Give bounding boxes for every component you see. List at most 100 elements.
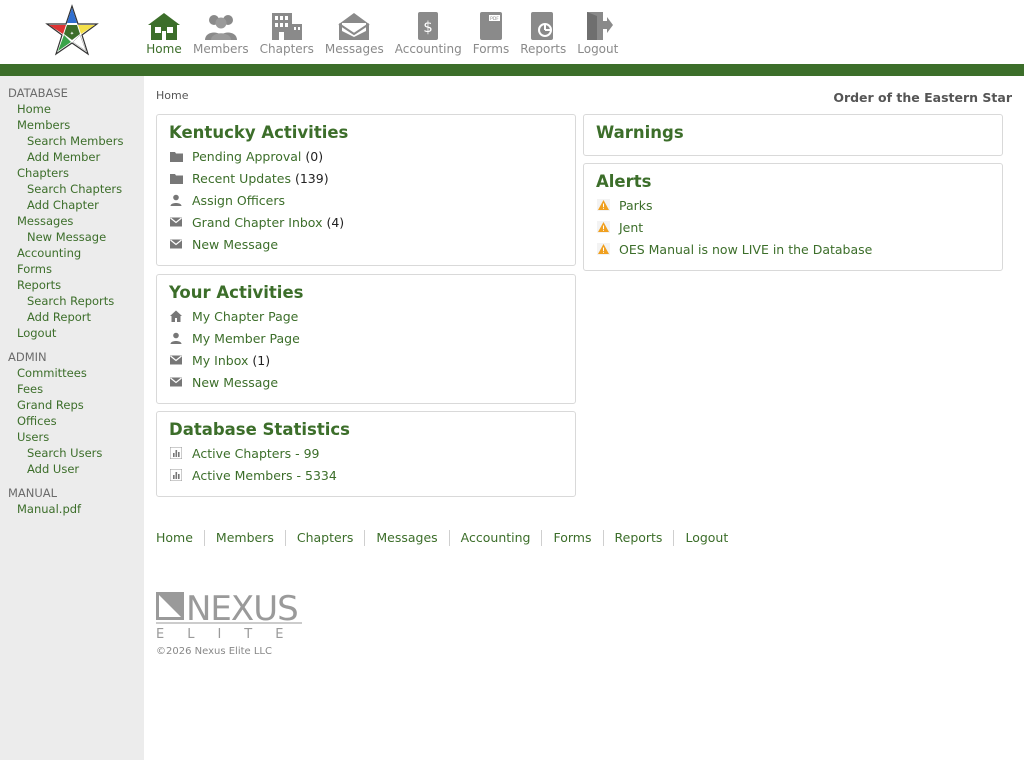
home-icon [170,310,182,322]
active-members-link[interactable]: Active Members - 5334 [192,468,337,483]
list-item: New Message [157,233,575,255]
footer-link-chapters[interactable]: Chapters [284,530,365,546]
sidebar-item-users[interactable]: Users [0,429,144,445]
panel-title: Kentucky Activities [169,123,349,142]
nav-chapters[interactable]: Chapters [260,9,314,56]
database-statistics-panel: Database Statistics Active Chapters - 99… [156,411,576,497]
count-badge: (0) [305,148,324,164]
svg-text:✦: ✦ [70,31,74,37]
sidebar-item-fees[interactable]: Fees [0,381,144,397]
new-message-link[interactable]: New Message [192,237,278,252]
sidebar-item-reports[interactable]: Reports [0,277,144,293]
footer-link-forms[interactable]: Forms [541,530,602,546]
alert-jent-link[interactable]: Jent [619,220,643,235]
bar-chart-icon [170,447,182,459]
folder-icon [170,173,183,184]
header-divider-bar [0,64,1024,76]
envelope-icon [170,217,182,227]
sidebar-item-new-message[interactable]: New Message [0,229,144,245]
footer-nav: Home Members Chapters Messages Accountin… [156,530,739,546]
nav-home[interactable]: Home [146,9,182,56]
warning-icon [597,199,610,211]
sidebar-item-home[interactable]: Home [0,101,144,117]
sidebar-item-forms[interactable]: Forms [0,261,144,277]
list-item: Parks [584,194,1002,216]
panel-title: Warnings [596,123,684,142]
sidebar-section-database: DATABASE Home Members Search Members Add… [0,85,144,341]
assign-officers-link[interactable]: Assign Officers [192,193,285,208]
list-item: Recent Updates (139) [157,167,575,189]
new-message-link[interactable]: New Message [192,375,278,390]
nav-label: Reports [520,42,567,56]
eastern-star-logo[interactable]: ✦ [44,4,100,60]
my-inbox-link[interactable]: My Inbox [192,353,248,368]
nav-members[interactable]: Members [193,9,249,56]
sidebar-item-add-report[interactable]: Add Report [0,309,144,325]
nav-logout[interactable]: Logout [577,9,618,56]
top-header: ✦ Home Members Chapters Messages $ Accou… [0,0,1024,64]
list-item: New Message [157,371,575,393]
alert-oes-manual-link[interactable]: OES Manual is now LIVE in the Database [619,242,872,257]
envelope-icon [170,355,182,365]
footer-link-home[interactable]: Home [156,530,204,546]
sidebar: DATABASE Home Members Search Members Add… [0,76,144,760]
nexus-elite-logo[interactable]: NEXUS ELITE [156,590,306,646]
sidebar-section-admin: ADMIN Committees Fees Grand Reps Offices… [0,349,144,477]
list-item: My Inbox (1) [157,349,575,371]
nav-label: Logout [577,42,619,56]
list-item: Active Members - 5334 [157,464,575,486]
sidebar-item-add-member[interactable]: Add Member [0,149,144,165]
nav-label: Chapters [259,42,314,56]
count-badge: (4) [326,214,345,230]
my-member-page-link[interactable]: My Member Page [192,331,300,346]
sidebar-item-logout[interactable]: Logout [0,325,144,341]
sidebar-item-committees[interactable]: Committees [0,365,144,381]
sidebar-item-search-reports[interactable]: Search Reports [0,293,144,309]
sidebar-item-grand-reps[interactable]: Grand Reps [0,397,144,413]
warning-icon [597,221,610,233]
nav-label: Home [146,42,182,56]
sidebar-item-add-user[interactable]: Add User [0,461,144,477]
sidebar-item-search-chapters[interactable]: Search Chapters [0,181,144,197]
panel-title: Your Activities [169,283,304,302]
nav-messages[interactable]: Messages [325,9,384,56]
nav-reports[interactable]: Reports [520,9,566,56]
recent-updates-link[interactable]: Recent Updates [192,171,291,186]
my-chapter-page-link[interactable]: My Chapter Page [192,309,298,324]
page-title: Order of the Eastern Star [833,90,1012,105]
sidebar-item-messages[interactable]: Messages [0,213,144,229]
warning-icon [597,243,610,255]
sidebar-item-accounting[interactable]: Accounting [0,245,144,261]
active-chapters-link[interactable]: Active Chapters - 99 [192,446,320,461]
members-icon [204,15,237,40]
home-icon [148,13,180,40]
sidebar-item-search-members[interactable]: Search Members [0,133,144,149]
sidebar-item-members[interactable]: Members [0,117,144,133]
footer-link-members[interactable]: Members [203,530,285,546]
forms-icon: PDF [479,12,502,40]
nav-label: Forms [472,42,510,56]
sidebar-item-add-chapter[interactable]: Add Chapter [0,197,144,213]
sidebar-item-chapters[interactable]: Chapters [0,165,144,181]
count-badge: (1) [252,352,271,368]
envelope-icon [170,377,182,387]
kentucky-activities-panel: Kentucky Activities Pending Approval (0)… [156,114,576,266]
sidebar-heading: ADMIN [8,350,47,364]
nav-forms[interactable]: PDF Forms [473,9,509,56]
alerts-panel: Alerts Parks Jent OES Manual is now LIVE… [583,163,1003,271]
breadcrumb[interactable]: Home [156,89,188,102]
sidebar-item-offices[interactable]: Offices [0,413,144,429]
grand-chapter-inbox-link[interactable]: Grand Chapter Inbox [192,215,322,230]
sidebar-item-search-users[interactable]: Search Users [0,445,144,461]
footer-link-logout[interactable]: Logout [673,530,739,546]
footer-link-accounting[interactable]: Accounting [448,530,542,546]
nav-accounting[interactable]: $ Accounting [395,9,462,56]
elite-wordmark: ELITE [156,627,306,642]
main-nav: Home Members Chapters Messages $ Account… [146,9,629,56]
sidebar-item-manual-pdf[interactable]: Manual.pdf [0,501,144,517]
footer-link-messages[interactable]: Messages [364,530,448,546]
pending-approval-link[interactable]: Pending Approval [192,149,301,164]
your-activities-panel: Your Activities My Chapter Page My Membe… [156,274,576,404]
footer-link-reports[interactable]: Reports [602,530,674,546]
alert-parks-link[interactable]: Parks [619,198,653,213]
